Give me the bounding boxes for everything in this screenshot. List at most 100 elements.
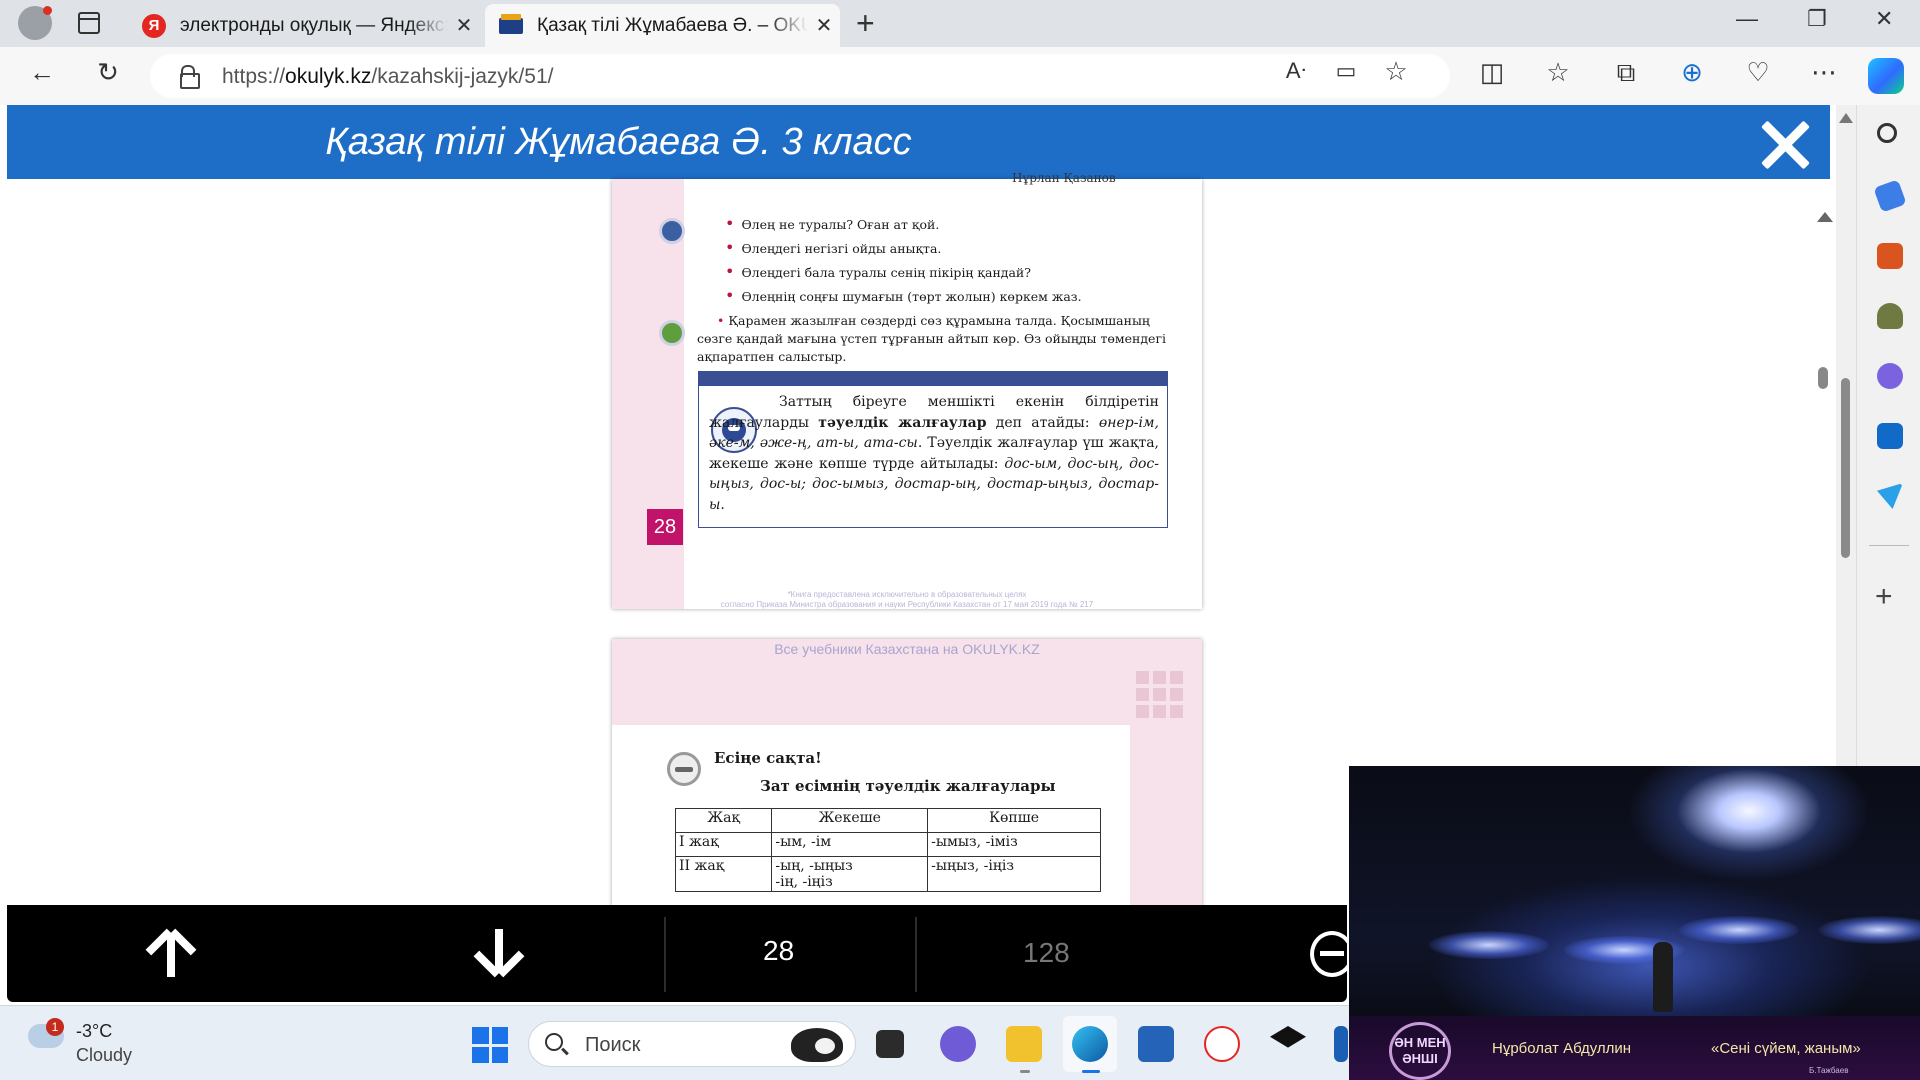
dropbox-icon[interactable] (1270, 1026, 1306, 1048)
nav-divider (664, 917, 666, 992)
new-tab-icon[interactable]: + (856, 5, 875, 42)
browser-tab-strip: Я электронды оқулық — Яндекс: н ✕ Қазақ … (0, 0, 1920, 47)
start-windows-icon[interactable] (472, 1027, 508, 1063)
shopping-tag-icon[interactable] (1873, 179, 1907, 213)
viewer-header: Қазақ тілі Жұмабаева Ә. 3 класс (7, 105, 1830, 179)
active-indicator (1082, 1070, 1100, 1073)
tab-actions-icon[interactable] (78, 12, 100, 34)
address-bar[interactable]: https://okulyk.kz/kazahskij-jazyk/51/ Aᐧ… (150, 54, 1450, 98)
decor-square (1136, 705, 1149, 718)
favorite-star-icon[interactable]: ☆ (1378, 56, 1414, 87)
add-sidebar-app-icon[interactable]: + (1875, 580, 1893, 614)
weather-condition[interactable]: Cloudy (76, 1045, 132, 1066)
close-viewer-icon[interactable] (1757, 115, 1813, 171)
search-icon[interactable] (1877, 123, 1897, 143)
rule-text: Заттың біреуге меншікті екенін білдіреті… (709, 394, 1159, 513)
browser-essentials-icon[interactable]: ♡ (1740, 57, 1776, 88)
singer-figure (1653, 942, 1673, 1012)
yandex-icon: Я (142, 13, 166, 38)
book-icon (499, 13, 523, 34)
stage-light (1679, 916, 1799, 944)
lock-icon[interactable] (180, 65, 200, 89)
tab-title: электронды оқулық — Яндекс: н (180, 14, 448, 36)
scroll-up-icon[interactable] (1817, 212, 1833, 222)
restore-icon[interactable]: ❐ (1807, 6, 1827, 32)
word-icon[interactable] (1334, 1026, 1348, 1062)
nav-divider (915, 917, 917, 992)
footnote: *Книга предоставлена исключительно в обр… (787, 590, 1027, 599)
table-cell: -ыңыз, -іңіз (927, 856, 1101, 892)
minimize-icon[interactable]: — (1736, 6, 1758, 32)
cut-author-line: Нұрлан Қазанов (1012, 171, 1116, 185)
edge-icon[interactable] (1072, 1026, 1108, 1062)
split-screen-icon[interactable]: ◫ (1474, 57, 1510, 88)
artist-name: Нұрболат Абдуллин (1492, 1040, 1632, 1057)
tab-okulyk-active[interactable]: Қазақ тілі Жұмабаева Ә. – OKUL ✕ (485, 4, 840, 47)
tools-icon[interactable] (1877, 243, 1903, 269)
current-page-input[interactable]: 28 (763, 935, 794, 967)
decor-square (1153, 705, 1166, 718)
rule-box-header-bar (699, 372, 1167, 386)
back-icon[interactable]: ← (24, 57, 60, 88)
decor-square (1170, 688, 1183, 701)
copilot-icon[interactable] (1868, 58, 1904, 94)
microsoft-365-icon[interactable] (1877, 363, 1903, 389)
next-page-icon[interactable] (469, 923, 529, 983)
outlook-icon[interactable] (1877, 423, 1903, 449)
group-work-icon (659, 218, 685, 244)
downloads-icon[interactable]: ⊕ (1674, 57, 1710, 88)
task-paragraph: • Қарамен жазылған сөздерді сөз құрамына… (697, 313, 1166, 364)
previous-page-icon[interactable] (141, 923, 201, 983)
decor-square (1170, 671, 1183, 684)
taskbar-search[interactable]: Поиск (528, 1021, 856, 1067)
sidebar-divider (1869, 545, 1909, 546)
favorites-icon[interactable]: ☆ (1540, 57, 1576, 88)
song-credit: Б.Тажбаев (1809, 1066, 1849, 1075)
decor-square (1170, 705, 1183, 718)
song-title: «Сені сүйем, жаным» (1711, 1040, 1861, 1057)
video-caption-bar: ӘН МЕН ӘНШІ Нұрболат Абдуллин «Сені сүйе… (1349, 1016, 1920, 1080)
meet-icon[interactable] (940, 1026, 976, 1062)
send-icon[interactable] (1877, 483, 1903, 509)
book-page-28: Нұрлан Қазанов Өлең не туралы? Оған ат қ… (612, 171, 1202, 609)
page-number-badge: 28 (647, 509, 683, 545)
more-menu-icon[interactable]: ⋯ (1806, 57, 1842, 88)
collections-icon[interactable]: ⧉ (1608, 57, 1644, 89)
browser-toolbar: ← ↻ https://okulyk.kz/kazahskij-jazyk/51… (0, 47, 1920, 105)
yandex-browser-icon[interactable] (1204, 1026, 1240, 1062)
tab-yandex[interactable]: Я электронды оқулық — Яндекс: н ✕ (130, 4, 480, 47)
close-tab-icon[interactable]: ✕ (448, 13, 480, 38)
task-view-icon[interactable] (876, 1030, 904, 1058)
table-header-cell: Жақ (674, 808, 773, 833)
close-window-icon[interactable]: ✕ (1875, 6, 1893, 32)
zoom-out-icon[interactable] (1310, 931, 1354, 977)
decor-square (1136, 688, 1149, 701)
decor-square (1153, 671, 1166, 684)
games-icon[interactable] (1877, 303, 1903, 329)
file-explorer-icon[interactable] (1006, 1026, 1042, 1062)
url-text[interactable]: https://okulyk.kz/kazahskij-jazyk/51/ (222, 65, 553, 89)
scrollbar-thumb[interactable] (1841, 378, 1850, 558)
picture-in-picture-video[interactable]: ӘН МЕН ӘНШІ Нұрболат Абдуллин «Сені сүйе… (1349, 766, 1920, 1080)
key-icon (667, 752, 701, 786)
book-page-29: Все учебники Казахстана на OKULYK.KZ Есі… (612, 639, 1202, 929)
close-tab-icon[interactable]: ✕ (808, 13, 840, 38)
immersive-reader-icon[interactable]: ▭ (1328, 58, 1364, 84)
search-highlight-penguin-icon (791, 1028, 843, 1062)
read-aloud-icon[interactable]: Aᐧ (1278, 58, 1314, 84)
profile-avatar-icon[interactable] (18, 6, 52, 40)
refresh-icon[interactable]: ↻ (90, 57, 126, 88)
grammar-table: Жақ Жекеше Көпше I жақ -ым, -ім -ымыз, -… (674, 808, 1101, 892)
scroll-up-arrow-icon[interactable] (1839, 113, 1853, 123)
table-row: I жақ -ым, -ім -ымыз, -іміз (674, 832, 1101, 857)
tab-title: Қазақ тілі Жұмабаева Ә. – OKUL (537, 14, 808, 36)
watermark-text: Все учебники Казахстана на OKULYK.KZ (774, 641, 1040, 657)
search-placeholder: Поиск (585, 1034, 641, 1056)
viewer-scroll-thumb[interactable] (1818, 367, 1828, 389)
question-bullet: Өлеңнің соңғы шумағын (төрт жолын) көрке… (725, 286, 1081, 305)
microsoft-store-icon[interactable] (1138, 1026, 1174, 1062)
table-header-cell: Жекеше (771, 808, 929, 833)
question-bullet: Өлеңдегі бала туралы сенің пікірің қанда… (725, 262, 1031, 281)
weather-temp[interactable]: -3°C (76, 1021, 112, 1042)
table-cell: -ым, -ім (771, 832, 929, 857)
